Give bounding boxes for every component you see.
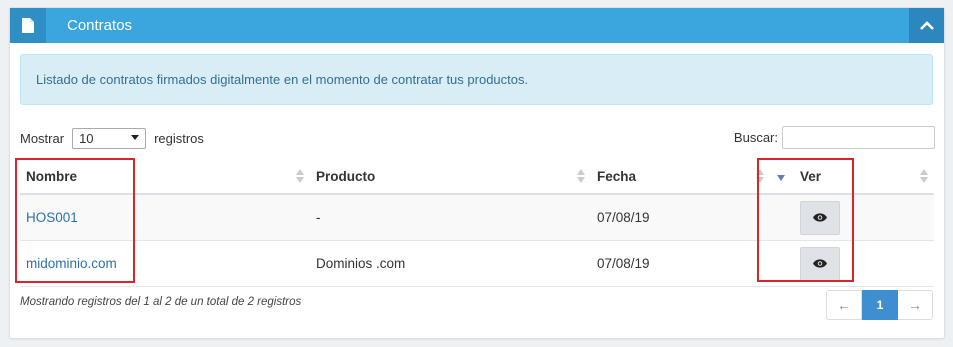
file-icon <box>10 8 46 43</box>
caret-down-icon <box>131 135 140 140</box>
pagination: ← 1 → <box>826 290 933 320</box>
collapse-button[interactable] <box>909 8 944 43</box>
sort-icon <box>756 169 764 183</box>
sort-icon <box>296 169 304 183</box>
page-1-button[interactable]: 1 <box>862 290 898 320</box>
search-label: Buscar: <box>733 130 778 145</box>
sort-desc-icon <box>777 175 785 181</box>
sort-icon <box>920 169 928 183</box>
view-contract-button[interactable] <box>800 200 840 235</box>
contracts-panel: Contratos Listado de contratos firmados … <box>9 7 945 339</box>
column-header-ver[interactable]: Ver <box>770 159 934 195</box>
info-alert: Listado de contratos firmados digitalmen… <box>20 54 933 105</box>
search-input[interactable] <box>782 126 935 149</box>
sort-icon <box>577 169 585 183</box>
date-cell: 07/08/19 <box>591 194 770 241</box>
eye-icon <box>813 259 827 268</box>
contract-name-link[interactable]: midominio.com <box>26 256 117 271</box>
panel-title: Contratos <box>67 17 133 34</box>
page-length-select[interactable]: 10 <box>72 127 147 149</box>
column-header-nombre[interactable]: Nombre <box>20 159 310 195</box>
length-suffix: registros <box>154 130 204 146</box>
table-row: HOS001 - 07/08/19 <box>20 194 934 241</box>
date-cell: 07/08/19 <box>591 240 770 287</box>
view-contract-button[interactable] <box>800 246 840 281</box>
eye-icon <box>813 213 827 222</box>
prev-page-button[interactable]: ← <box>826 290 862 320</box>
search-control: Buscar: <box>734 126 935 149</box>
column-header-producto[interactable]: Producto <box>310 159 591 195</box>
page-length-value: 10 <box>79 130 94 146</box>
contracts-table: Nombre Producto Fecha Ver HOS001 - 07/08… <box>20 159 934 287</box>
product-cell: - <box>310 194 591 241</box>
contract-name-link[interactable]: HOS001 <box>26 210 78 225</box>
table-row: midominio.com Dominios .com 07/08/19 <box>20 240 934 287</box>
column-header-fecha[interactable]: Fecha <box>591 159 770 195</box>
panel-header: Contratos <box>10 8 944 43</box>
next-page-button[interactable]: → <box>898 290 933 320</box>
length-prefix: Mostrar <box>20 130 65 146</box>
chevron-up-icon <box>919 21 934 30</box>
product-cell: Dominios .com <box>310 240 591 287</box>
page-length-control: Mostrar 10 registros <box>20 127 204 149</box>
table-header-row: Nombre Producto Fecha Ver <box>20 159 934 195</box>
table-info: Mostrando registros del 1 al 2 de un tot… <box>20 296 302 308</box>
